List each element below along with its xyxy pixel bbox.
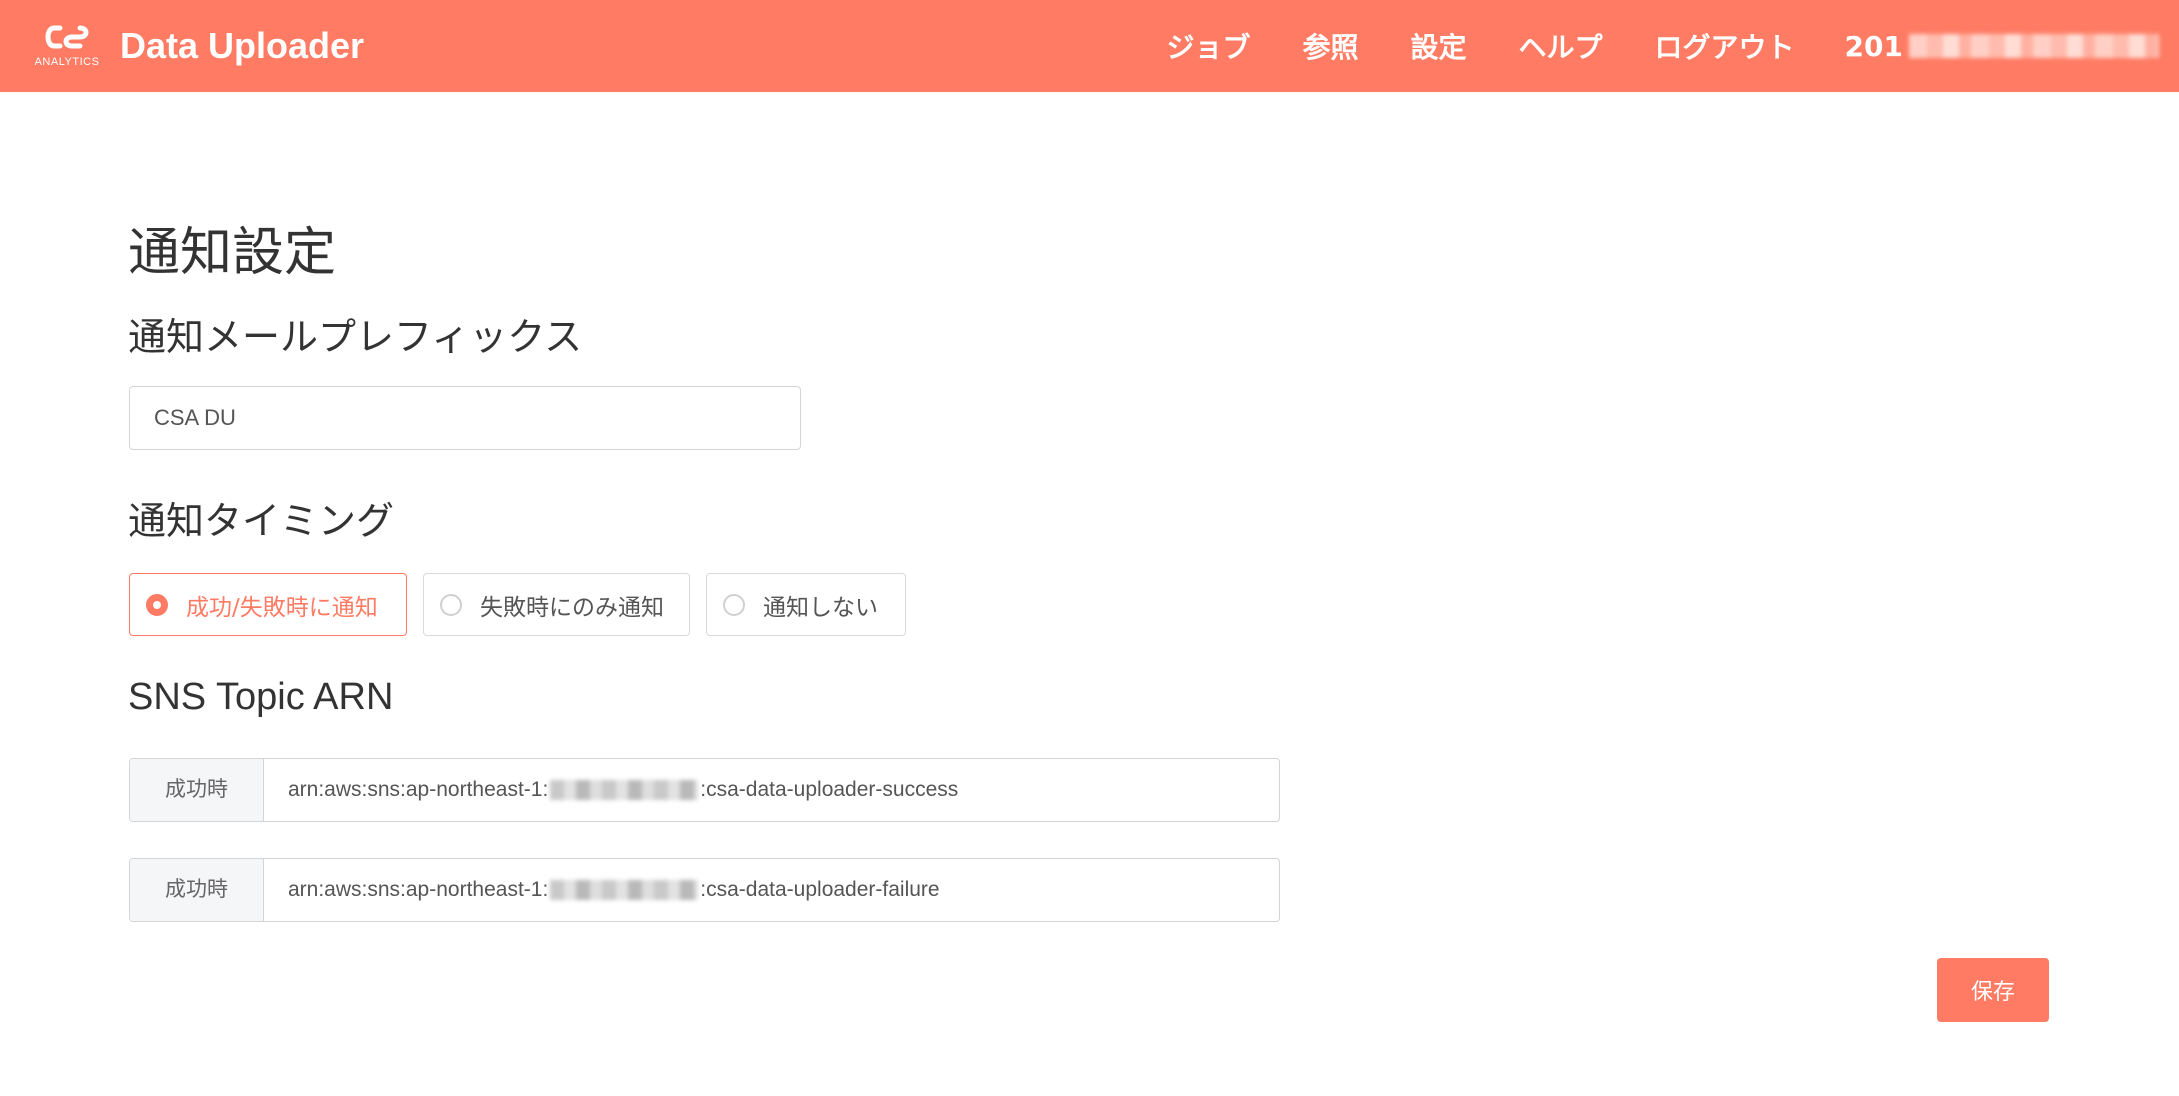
radio-selected-icon <box>146 593 168 616</box>
nav-user-account[interactable]: 201 <box>1845 30 2159 63</box>
user-id-prefix: 201 <box>1844 29 1903 63</box>
arn-success-input[interactable]: arn:aws:sns:ap-northeast-1: :csa-data-up… <box>264 759 1279 821</box>
arn-success-group: 成功時 arn:aws:sns:ap-northeast-1: :csa-dat… <box>129 758 1280 822</box>
brand[interactable]: ANALYTICS Data Uploader <box>28 0 364 92</box>
top-navbar: ANALYTICS Data Uploader ジョブ 参照 設定 ヘルプ ログ… <box>0 0 2179 92</box>
arn-failure-group: 成功時 arn:aws:sns:ap-northeast-1: :csa-dat… <box>129 858 1280 922</box>
nav-item-browse[interactable]: 参照 <box>1302 26 1358 66</box>
arn-failure-input[interactable]: arn:aws:sns:ap-northeast-1: :csa-data-up… <box>264 859 1279 921</box>
nav-item-help[interactable]: ヘルプ <box>1519 26 1603 66</box>
logo: ANALYTICS <box>28 16 106 76</box>
prefix-heading: 通知メールプレフィックス <box>128 315 583 359</box>
logo-text: ANALYTICS <box>34 56 100 68</box>
arn-suffix: :csa-data-uploader-failure <box>700 878 940 901</box>
nav-item-logout[interactable]: ログアウト <box>1655 26 1795 66</box>
logo-icon <box>45 25 89 49</box>
main-nav: ジョブ 参照 設定 ヘルプ ログアウト 201 <box>1114 0 2179 92</box>
radio-unselected-icon <box>723 593 745 616</box>
redacted-account-id <box>550 880 699 900</box>
arn-prefix: arn:aws:sns:ap-northeast-1: <box>288 778 549 801</box>
timing-radio-group: 成功/失敗時に通知 失敗時にのみ通知 通知しない <box>129 573 922 636</box>
arn-prefix: arn:aws:sns:ap-northeast-1: <box>288 878 549 901</box>
radio-unselected-icon <box>440 593 462 616</box>
arn-addon-label: 成功時 <box>130 759 264 821</box>
arn-heading: SNS Topic ARN <box>128 676 394 718</box>
timing-heading: 通知タイミング <box>128 499 395 543</box>
radio-notify-failure-only[interactable]: 失敗時にのみ通知 <box>423 573 690 636</box>
arn-suffix: :csa-data-uploader-success <box>700 778 959 801</box>
radio-notify-success-failure[interactable]: 成功/失敗時に通知 <box>129 573 407 636</box>
radio-label: 失敗時にのみ通知 <box>480 594 664 621</box>
radio-notify-none[interactable]: 通知しない <box>706 573 906 636</box>
app-title: Data Uploader <box>120 25 365 66</box>
radio-label: 通知しない <box>763 594 878 621</box>
mail-prefix-input[interactable] <box>129 386 801 450</box>
arn-addon-label: 成功時 <box>130 859 264 921</box>
radio-label: 成功/失敗時に通知 <box>186 594 378 621</box>
save-button[interactable]: 保存 <box>1937 958 2049 1022</box>
redacted-account-id <box>550 780 699 800</box>
page-title: 通知設定 <box>128 223 337 283</box>
nav-item-settings[interactable]: 設定 <box>1411 26 1467 66</box>
redacted-user-id <box>1909 34 2159 58</box>
nav-item-jobs[interactable]: ジョブ <box>1166 26 1250 66</box>
